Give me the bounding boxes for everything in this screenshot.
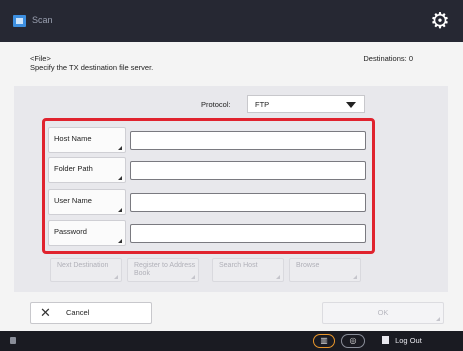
chevron-down-icon bbox=[346, 102, 356, 108]
host-name-row: Host Name bbox=[48, 127, 370, 153]
corner-marker-icon bbox=[191, 275, 195, 279]
host-name-label: Host Name bbox=[54, 134, 92, 143]
destinations-count: Destinations: 0 bbox=[363, 54, 413, 63]
user-name-label: User Name bbox=[54, 196, 92, 205]
browse-button[interactable]: Browse bbox=[289, 258, 361, 282]
ok-button[interactable]: OK bbox=[322, 302, 444, 324]
network-icon[interactable]: ◎ bbox=[341, 334, 365, 348]
scan-app-icon bbox=[13, 15, 26, 27]
protocol-select[interactable]: FTP bbox=[247, 95, 365, 113]
search-host-button[interactable]: Search Host bbox=[212, 258, 284, 282]
password-button[interactable]: Password bbox=[48, 220, 126, 246]
folder-path-field[interactable] bbox=[130, 161, 366, 180]
register-address-book-label: Register to Address Book bbox=[134, 262, 196, 277]
cancel-label: Cancel bbox=[66, 308, 90, 317]
page-header: <File> Specify the TX destination file s… bbox=[30, 54, 153, 72]
cancel-button[interactable]: ✕ Cancel bbox=[30, 302, 152, 324]
corner-marker-icon bbox=[118, 146, 122, 150]
protocol-value: FTP bbox=[255, 100, 270, 109]
corner-marker-icon bbox=[276, 275, 280, 279]
gear-icon[interactable]: ⚙ bbox=[429, 10, 451, 32]
corner-marker-icon bbox=[436, 317, 440, 321]
lock-icon bbox=[10, 337, 16, 344]
corner-marker-icon bbox=[114, 275, 118, 279]
page-instruction: Specify the TX destination file server. bbox=[30, 63, 154, 72]
logout-label: Log Out bbox=[395, 336, 422, 345]
register-address-book-button[interactable]: Register to Address Book bbox=[127, 258, 199, 282]
logout-icon bbox=[382, 336, 389, 344]
password-field[interactable] bbox=[130, 224, 366, 243]
next-destination-button[interactable]: Next Destination bbox=[50, 258, 122, 282]
corner-marker-icon bbox=[118, 208, 122, 212]
close-icon: ✕ bbox=[40, 305, 51, 320]
folder-path-button[interactable]: Folder Path bbox=[48, 157, 126, 183]
app-name: Scan bbox=[32, 15, 53, 25]
counter-icon[interactable]: ▥ bbox=[313, 334, 335, 348]
page-title: <File> bbox=[30, 54, 51, 63]
corner-marker-icon bbox=[118, 239, 122, 243]
corner-marker-icon bbox=[353, 275, 357, 279]
logout-button[interactable]: Log Out bbox=[382, 336, 422, 345]
ok-label: OK bbox=[377, 308, 389, 317]
corner-marker-icon bbox=[118, 176, 122, 180]
browse-label: Browse bbox=[296, 262, 320, 269]
top-bar: Scan ⚙ bbox=[0, 0, 463, 42]
search-host-label: Search Host bbox=[219, 262, 258, 269]
user-name-button[interactable]: User Name bbox=[48, 189, 126, 215]
password-row: Password bbox=[48, 220, 370, 246]
host-name-field[interactable] bbox=[130, 131, 366, 150]
status-bar: ▥ ◎ Log Out bbox=[0, 331, 463, 351]
user-name-row: User Name bbox=[48, 189, 370, 215]
host-name-button[interactable]: Host Name bbox=[48, 127, 126, 153]
user-name-field[interactable] bbox=[130, 193, 366, 212]
protocol-label: Protocol: bbox=[201, 100, 231, 109]
folder-path-row: Folder Path bbox=[48, 157, 370, 183]
password-label: Password bbox=[54, 227, 87, 236]
next-destination-label: Next Destination bbox=[57, 262, 109, 269]
folder-path-label: Folder Path bbox=[54, 164, 93, 173]
